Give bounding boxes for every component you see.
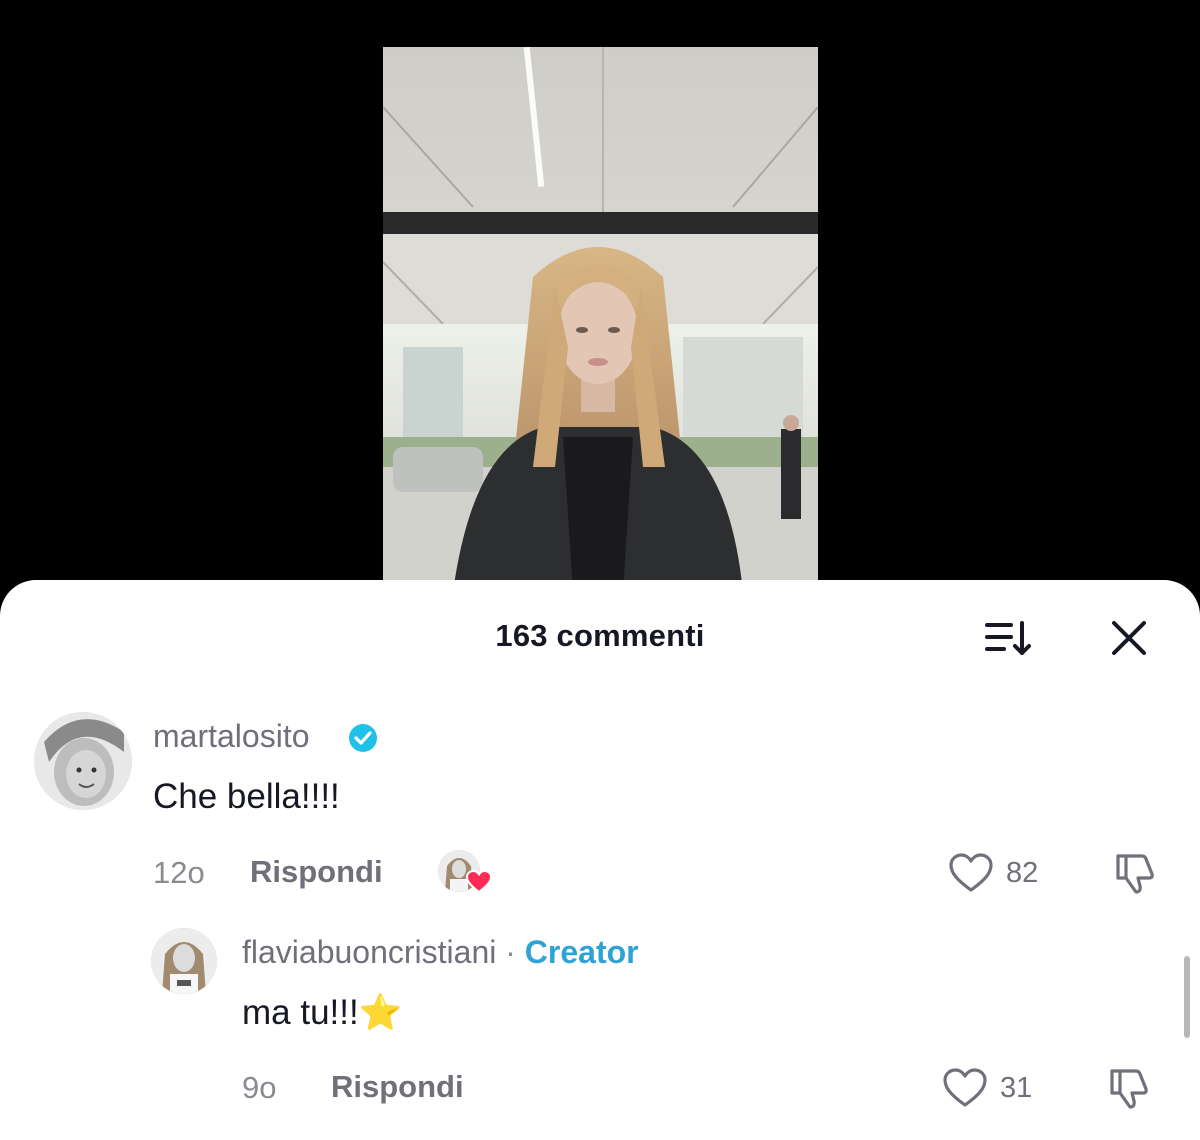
verified-badge-icon <box>349 724 377 752</box>
avatar-image <box>34 712 132 810</box>
sort-icon[interactable] <box>984 618 1034 658</box>
comment-text-row: ma tu!!!⭐ <box>242 992 402 1033</box>
reply-button[interactable]: Rispondi <box>331 1069 464 1105</box>
separator-dot: · <box>505 934 516 970</box>
comment-username-link[interactable]: flaviabuoncristiani <box>242 934 496 970</box>
creator-badge: Creator <box>524 934 639 970</box>
star-emoji-icon: ⭐ <box>358 993 403 1032</box>
avatar-image <box>151 928 217 994</box>
dislike-icon[interactable] <box>1112 852 1158 896</box>
video-preview[interactable] <box>383 47 818 592</box>
video-frame-image <box>383 47 818 592</box>
comment-text: ma tu!!! <box>242 993 359 1032</box>
avatar-martalosito[interactable] <box>34 712 132 810</box>
comment-text: Che bella!!!! <box>153 777 340 816</box>
dislike-icon[interactable] <box>1106 1067 1152 1111</box>
close-icon[interactable] <box>1110 619 1148 657</box>
like-heart-icon[interactable] <box>942 1067 988 1109</box>
comment-username[interactable]: martalosito <box>153 718 310 755</box>
heart-filled-icon <box>466 870 492 894</box>
avatar-flaviabuoncristiani[interactable] <box>151 928 217 994</box>
like-count: 31 <box>1000 1072 1033 1104</box>
comment-time: 12o <box>153 855 205 890</box>
like-count: 82 <box>1006 857 1039 889</box>
creator-liked-indicator <box>438 850 494 894</box>
comment-username: flaviabuoncristiani · Creator <box>242 934 639 971</box>
reply-button[interactable]: Rispondi <box>250 854 383 890</box>
comment-time: 9o <box>242 1070 277 1105</box>
like-heart-icon[interactable] <box>948 852 994 894</box>
scrollbar[interactable] <box>1184 956 1190 1038</box>
